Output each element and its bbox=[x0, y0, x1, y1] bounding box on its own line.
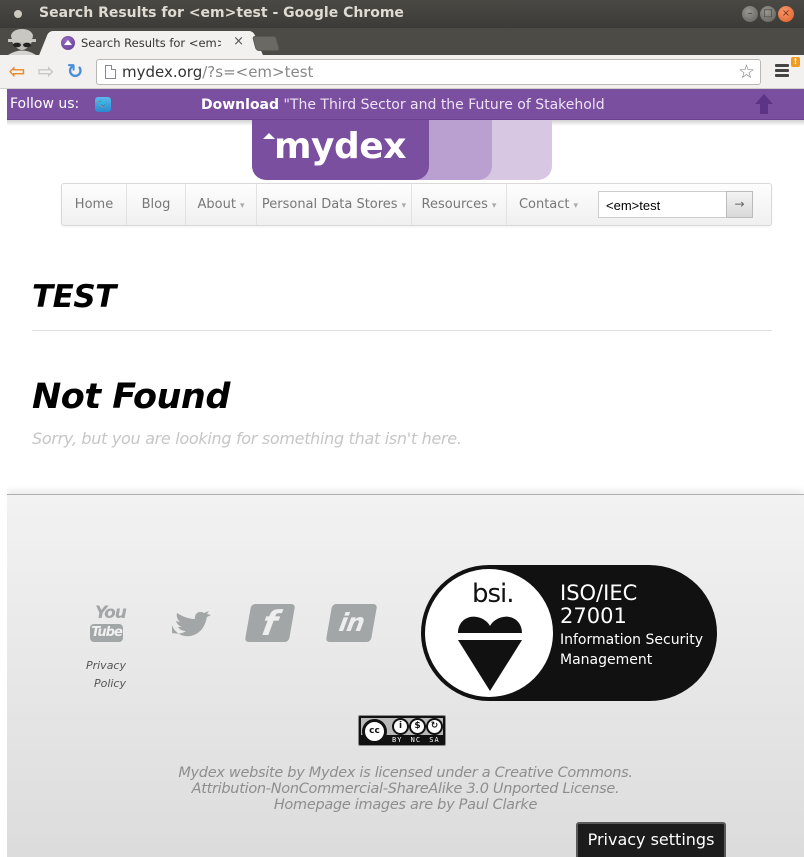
page-icon bbox=[105, 65, 116, 79]
privacy-settings-button[interactable]: Privacy settings bbox=[576, 822, 726, 857]
follow-us-label: Follow us: bbox=[10, 96, 80, 112]
download-title: "The Third Sector and the Future of Stak… bbox=[279, 97, 605, 113]
chrome-menu-icon[interactable] bbox=[775, 64, 789, 77]
reload-icon[interactable]: ↻ bbox=[64, 60, 86, 82]
browser-toolbar: ⇦ ⇨ ↻ mydex.org/?s=<em>test ☆ ! bbox=[0, 55, 804, 89]
tab-label: Search Results for <em> bbox=[81, 36, 221, 50]
minimize-button[interactable]: – bbox=[742, 6, 758, 22]
facebook-icon[interactable]: f bbox=[244, 604, 296, 644]
address-bar[interactable]: mydex.org/?s=<em>test ☆ bbox=[96, 59, 761, 85]
mydex-logo[interactable]: mydex bbox=[252, 120, 552, 180]
chevron-down-icon: ▾ bbox=[401, 201, 407, 211]
close-window-button[interactable]: × bbox=[778, 6, 794, 22]
download-link[interactable]: Download "The Third Sector and the Futur… bbox=[201, 97, 605, 113]
cc-sa-icon: ↻ bbox=[426, 718, 443, 735]
youtube-icon[interactable]: You Tube bbox=[89, 603, 127, 643]
cc-nc-icon: $ bbox=[409, 718, 426, 735]
footer: You Tube f in Privacy Policy bsi. ISO/IE… bbox=[7, 494, 804, 857]
window-titlebar: Search Results for <em>test - Google Chr… bbox=[0, 0, 804, 28]
cc-by-icon: i bbox=[392, 718, 409, 735]
logo-wordmark: mydex bbox=[274, 126, 406, 167]
search-results-title: TEST bbox=[32, 279, 116, 315]
chevron-down-icon: ▾ bbox=[491, 201, 497, 211]
nav-resources[interactable]: Resources ▾ bbox=[412, 184, 507, 225]
tab-strip: Search Results for <em> × bbox=[0, 28, 804, 55]
license-line[interactable]: Attribution-NonCommercial-ShareAlike 3.0… bbox=[7, 781, 804, 797]
license-line[interactable]: Mydex website by Mydex is licensed under… bbox=[7, 765, 804, 781]
linkedin-icon[interactable]: in bbox=[325, 604, 378, 642]
page-viewport: Follow us: 🐦 Download "The Third Sector … bbox=[7, 89, 804, 857]
cc-icon: cc bbox=[362, 719, 387, 744]
iso-standard: ISO/IEC 27001 bbox=[560, 581, 638, 628]
search-submit-button[interactable]: → bbox=[726, 191, 753, 218]
iso-description: Information Security Management bbox=[560, 632, 703, 668]
bsi-wordmark: bsi. bbox=[472, 579, 515, 609]
url-path: /?s=<em>test bbox=[202, 63, 314, 81]
maximize-button[interactable]: □ bbox=[760, 6, 776, 22]
nav-home[interactable]: Home bbox=[62, 184, 127, 225]
bsi-circle: bsi. bbox=[425, 569, 553, 697]
download-bold: Download bbox=[201, 97, 280, 113]
back-arrow-icon[interactable]: ⇦ bbox=[6, 60, 28, 82]
new-tab-button[interactable] bbox=[251, 36, 281, 51]
tab-search-results[interactable]: Search Results for <em> × bbox=[52, 31, 250, 55]
tab-close-icon[interactable]: × bbox=[233, 34, 244, 49]
nav-contact[interactable]: Contact ▾ bbox=[507, 184, 590, 225]
url-text[interactable]: mydex.org/?s=<em>test bbox=[122, 63, 313, 81]
nav-personal-data-stores[interactable]: Personal Data Stores ▾ bbox=[257, 184, 412, 225]
mydex-favicon bbox=[61, 36, 75, 50]
collapse-arrow-icon[interactable] bbox=[755, 94, 773, 116]
not-found-heading: Not Found bbox=[32, 377, 230, 417]
nav-blog[interactable]: Blog bbox=[127, 184, 186, 225]
url-host: mydex.org bbox=[122, 63, 203, 81]
bookmark-star-icon[interactable]: ☆ bbox=[738, 61, 755, 83]
license-text: Mydex website by Mydex is licensed under… bbox=[7, 765, 804, 813]
nav-about[interactable]: About ▾ bbox=[186, 184, 257, 225]
window-controls: – □ × bbox=[742, 6, 794, 22]
update-badge: ! bbox=[791, 57, 800, 67]
window-title: Search Results for <em>test - Google Chr… bbox=[39, 5, 404, 21]
bsi-iso27001-badge: bsi. ISO/IEC 27001 Information Security … bbox=[421, 565, 717, 701]
bsi-kitemark-icon bbox=[458, 616, 522, 691]
search-input[interactable]: <em>test bbox=[598, 191, 726, 218]
follow-bar: Follow us: 🐦 Download "The Third Sector … bbox=[7, 89, 804, 120]
window-icon bbox=[14, 10, 22, 18]
chevron-down-icon: ▾ bbox=[239, 201, 245, 211]
twitter-bird-icon[interactable] bbox=[170, 611, 212, 643]
forward-arrow-icon[interactable]: ⇨ bbox=[35, 60, 57, 82]
privacy-policy-link[interactable]: Privacy Policy bbox=[69, 657, 126, 693]
cc-labels: BY NC SA bbox=[392, 736, 440, 744]
logo-tab-main: mydex bbox=[252, 120, 429, 180]
not-found-message: Sorry, but you are looking for something… bbox=[32, 429, 462, 448]
chevron-down-icon: ▾ bbox=[573, 201, 579, 211]
creative-commons-badge[interactable]: cc i $ ↻ BY NC SA bbox=[358, 715, 446, 746]
divider bbox=[32, 330, 772, 331]
twitter-icon[interactable]: 🐦 bbox=[95, 97, 111, 112]
license-line: Homepage images are by Paul Clarke bbox=[273, 797, 538, 813]
main-nav: Home Blog About ▾ Personal Data Stores ▾ R… bbox=[61, 183, 772, 226]
incognito-icon bbox=[8, 29, 36, 55]
